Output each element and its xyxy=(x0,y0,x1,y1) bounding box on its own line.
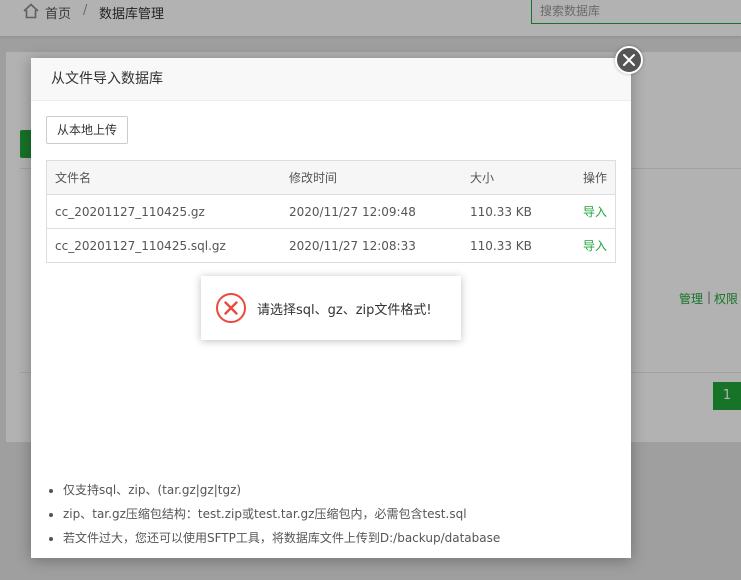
dialog-title: 从文件导入数据库 xyxy=(31,58,631,101)
error-x-icon xyxy=(215,292,247,327)
error-toast: 请选择sql、gz、zip文件格式! xyxy=(201,276,461,340)
dialog-close-button[interactable] xyxy=(615,46,643,74)
file-name: cc_20201127_110425.sql.gz xyxy=(46,228,281,263)
import-button[interactable]: 导入 xyxy=(583,205,607,219)
header-filename: 文件名 xyxy=(46,160,281,195)
file-mtime: 2020/11/27 12:08:33 xyxy=(281,228,462,263)
file-size: 110.33 KB xyxy=(462,228,574,263)
file-name: cc_20201127_110425.gz xyxy=(46,194,281,229)
action-cell: 导入 xyxy=(574,194,616,229)
header-size: 大小 xyxy=(462,160,574,195)
table-row: cc_20201127_110425.gz 2020/11/27 12:09:4… xyxy=(46,194,616,229)
upload-local-button[interactable]: 从本地上传 xyxy=(46,116,129,144)
table-row: cc_20201127_110425.sql.gz 2020/11/27 12:… xyxy=(46,228,616,263)
action-cell: 导入 xyxy=(574,228,616,263)
header-action: 操作 xyxy=(574,160,616,195)
table-header-row: 文件名 修改时间 大小 操作 xyxy=(46,160,616,195)
file-mtime: 2020/11/27 12:09:48 xyxy=(281,194,462,229)
note-item: zip、tar.gz压缩包结构：test.zip或test.tar.gz压缩包内… xyxy=(63,502,500,526)
import-button[interactable]: 导入 xyxy=(583,239,607,253)
file-size: 110.33 KB xyxy=(462,194,574,229)
header-modified-time: 修改时间 xyxy=(281,160,462,195)
help-notes: 仅支持sql、zip、(tar.gz|gz|tgz) zip、tar.gz压缩包… xyxy=(46,478,500,550)
note-item: 若文件过大，您还可以使用SFTP工具，将数据库文件上传到D:/backup/da… xyxy=(63,526,500,550)
close-icon xyxy=(623,54,635,66)
toast-message: 请选择sql、gz、zip文件格式! xyxy=(257,303,432,318)
note-item: 仅支持sql、zip、(tar.gz|gz|tgz) xyxy=(63,478,500,502)
file-table: 文件名 修改时间 大小 操作 cc_20201127_110425.gz 202… xyxy=(46,160,616,263)
